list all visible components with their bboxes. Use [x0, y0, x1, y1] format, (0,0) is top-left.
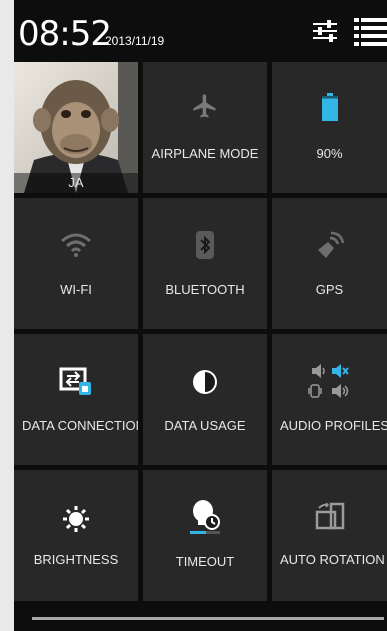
- tile-label: AIRPLANE MODE: [151, 146, 259, 161]
- status-header: 08:52 2013/11/19: [14, 0, 387, 62]
- tile-wifi[interactable]: WI-FI: [14, 198, 138, 329]
- tile-bluetooth[interactable]: BLUETOOTH: [143, 198, 267, 329]
- tile-data-usage[interactable]: DATA USAGE: [143, 334, 267, 465]
- battery-percent: 90%: [316, 146, 343, 161]
- tile-label: AUTO ROTATION: [280, 552, 385, 567]
- battery-icon: [321, 93, 338, 121]
- tile-label: AUDIO PROFILES: [280, 418, 387, 433]
- quick-settings-grid: JA AIRPLANE MODE 90% WI-FI BLUETOOTH GPS…: [14, 62, 387, 602]
- tile-label: BLUETOOTH: [165, 282, 245, 297]
- tile-data-connection[interactable]: DATA CONNECTION: [14, 334, 138, 465]
- tile-label: DATA CONNECTION: [22, 418, 138, 433]
- clock-time: 08:52: [18, 14, 112, 54]
- data-connection-icon: [59, 367, 91, 395]
- tile-airplane-mode[interactable]: AIRPLANE MODE: [143, 62, 267, 193]
- tile-label: DATA USAGE: [164, 418, 246, 433]
- sliders-icon[interactable]: [310, 16, 340, 46]
- bluetooth-icon: [196, 231, 214, 259]
- brightness-icon: [63, 506, 89, 532]
- tile-brightness[interactable]: BRIGHTNESS: [14, 470, 138, 601]
- timeout-icon: [190, 500, 220, 534]
- auto-rotation-icon: [315, 502, 344, 530]
- tile-timeout[interactable]: TIMEOUT: [143, 470, 267, 601]
- tile-label: BRIGHTNESS: [33, 552, 119, 567]
- wifi-icon: [61, 233, 91, 257]
- tile-battery[interactable]: 90%: [272, 62, 387, 193]
- gps-icon: [317, 231, 344, 258]
- user-name: JA: [68, 175, 84, 190]
- tile-user[interactable]: JA: [14, 62, 138, 193]
- airplane-icon: [193, 94, 216, 118]
- user-avatar: [14, 62, 138, 193]
- data-usage-icon: [193, 370, 217, 394]
- panel-drag-handle[interactable]: [32, 617, 384, 620]
- tile-audio-profiles[interactable]: AUDIO PROFILES: [272, 334, 387, 465]
- tile-label: GPS: [315, 282, 344, 297]
- tile-label: TIMEOUT: [175, 554, 235, 569]
- tile-label: WI-FI: [60, 282, 92, 297]
- audio-profiles-icon: [307, 364, 349, 398]
- clock-date: 2013/11/19: [105, 34, 165, 48]
- notifications-list-icon[interactable]: [353, 16, 387, 46]
- tile-gps[interactable]: GPS: [272, 198, 387, 329]
- quick-settings-panel: 08:52 2013/11/19 JA AIRPLANE MODE 90% WI…: [14, 0, 387, 631]
- tile-auto-rotation[interactable]: AUTO ROTATION: [272, 470, 387, 601]
